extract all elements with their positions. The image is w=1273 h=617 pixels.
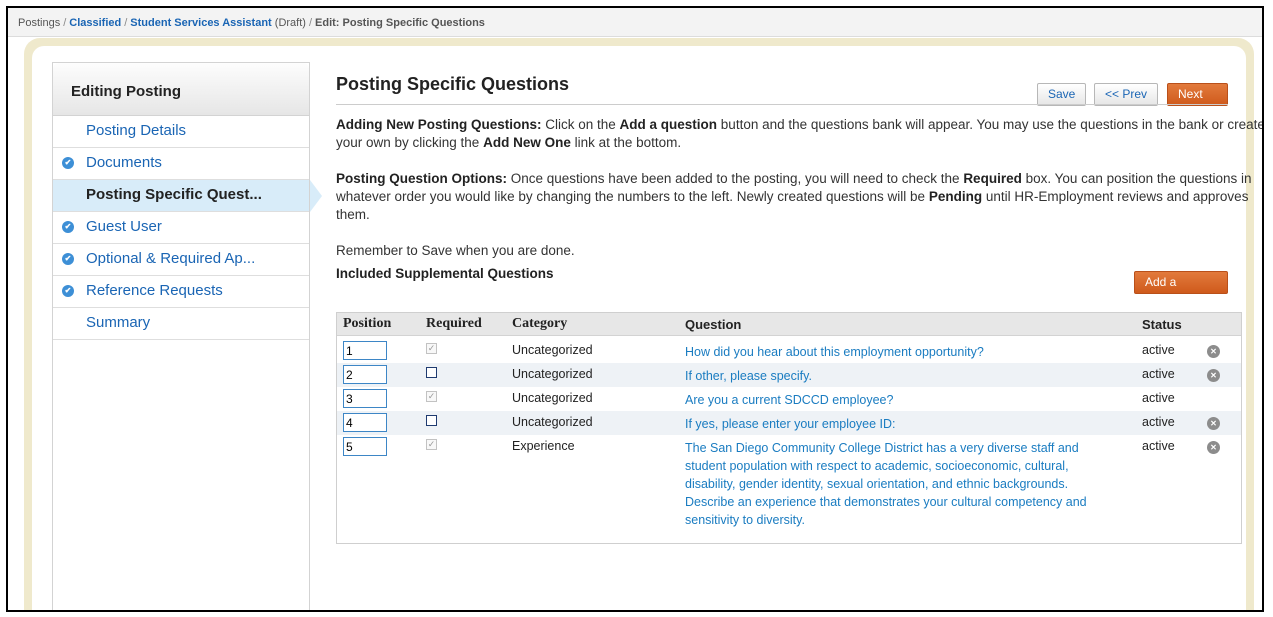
question-link[interactable]: How did you hear about this employment o… bbox=[685, 343, 1115, 361]
header-category: Category bbox=[512, 316, 568, 331]
sidebar-item-label: Documents bbox=[86, 154, 162, 171]
position-input[interactable] bbox=[343, 341, 387, 360]
sidebar-item-summary[interactable]: Summary bbox=[53, 308, 309, 340]
header-required: Required bbox=[426, 316, 482, 331]
question-link[interactable]: If other, please specify. bbox=[685, 367, 1115, 385]
required-checkbox[interactable] bbox=[426, 367, 437, 378]
status-cell: active bbox=[1142, 367, 1175, 381]
remove-icon[interactable]: ✕ bbox=[1207, 417, 1220, 430]
remove-icon[interactable]: ✕ bbox=[1207, 441, 1220, 454]
sidebar-item-documents[interactable]: ✔ Documents bbox=[53, 148, 309, 180]
status-cell: active bbox=[1142, 343, 1175, 357]
breadcrumb-posting[interactable]: Student Services Assistant bbox=[130, 17, 271, 29]
content-frame: Editing Posting Posting Details ✔ Documen… bbox=[24, 38, 1262, 610]
category-cell: Uncategorized bbox=[512, 391, 593, 405]
status-cell: active bbox=[1142, 439, 1175, 453]
position-input[interactable] bbox=[343, 389, 387, 408]
header-position: Position bbox=[343, 316, 392, 331]
category-cell: Uncategorized bbox=[512, 367, 593, 381]
sidebar-item-label: Posting Details bbox=[86, 122, 187, 139]
check-icon: ✔ bbox=[62, 285, 74, 297]
sidebar-item-label: Summary bbox=[86, 314, 151, 331]
title-divider bbox=[336, 104, 1228, 105]
table-row: Uncategorized If yes, please enter your … bbox=[337, 411, 1241, 435]
next-button-top[interactable]: Next >> bbox=[1167, 83, 1228, 122]
included-questions-heading: Included Supplemental Questions bbox=[336, 266, 554, 281]
intro-adding-questions: Adding New Posting Questions: Click on t… bbox=[336, 117, 1264, 150]
sidebar-item-label: Guest User bbox=[86, 218, 162, 235]
prev-button-top[interactable]: << Prev bbox=[1094, 83, 1159, 106]
table-row: ✓ Uncategorized Are you a current SDCCD … bbox=[337, 387, 1241, 411]
sidebar-item-optional-required-applicant-docs[interactable]: ✔ Optional & Required Ap... bbox=[53, 244, 309, 276]
table-row: ✓ Uncategorized How did you hear about t… bbox=[337, 339, 1241, 363]
sidebar-item-label: Posting Specific Quest... bbox=[86, 186, 262, 203]
required-checkbox[interactable]: ✓ bbox=[426, 439, 437, 450]
remove-icon[interactable]: ✕ bbox=[1207, 369, 1220, 382]
check-icon: ✔ bbox=[62, 221, 74, 233]
breadcrumb-current: Edit: Posting Specific Questions bbox=[315, 17, 485, 29]
required-checkbox[interactable] bbox=[426, 415, 437, 426]
breadcrumb: Postings / Classified / Student Services Ass… bbox=[8, 8, 1262, 37]
position-input[interactable] bbox=[343, 437, 387, 456]
required-checkbox[interactable]: ✓ bbox=[426, 391, 437, 402]
required-checkbox[interactable]: ✓ bbox=[426, 343, 437, 354]
header-status: Status bbox=[1142, 317, 1182, 332]
breadcrumb-postings[interactable]: Postings bbox=[18, 17, 60, 29]
save-button-top[interactable]: Save bbox=[1037, 83, 1087, 106]
sidebar-item-guest-user[interactable]: ✔ Guest User bbox=[53, 212, 309, 244]
page-title: Posting Specific Questions bbox=[336, 74, 570, 94]
app-window: Postings / Classified / Student Services Ass… bbox=[6, 6, 1264, 612]
intro-question-options: Posting Question Options: Once questions… bbox=[336, 171, 1252, 222]
remove-icon[interactable]: ✕ bbox=[1207, 345, 1220, 358]
header-question: Question bbox=[685, 317, 742, 332]
category-cell: Experience bbox=[512, 439, 575, 453]
content-area: Editing Posting Posting Details ✔ Documen… bbox=[32, 46, 1262, 610]
question-link[interactable]: The San Diego Community College District… bbox=[685, 439, 1115, 529]
question-link[interactable]: Are you a current SDCCD employee? bbox=[685, 391, 1115, 409]
save-reminder: Remember to Save when you are done. bbox=[336, 243, 575, 258]
breadcrumb-draft-state: (Draft) bbox=[274, 17, 306, 29]
category-cell: Uncategorized bbox=[512, 343, 593, 357]
questions-table: Position Required Category Question Stat… bbox=[336, 312, 1242, 544]
table-row: ✓ Experience The San Diego Community Col… bbox=[337, 435, 1241, 539]
sidebar-item-label: Reference Requests bbox=[86, 282, 223, 299]
sidebar-item-posting-details[interactable]: Posting Details bbox=[53, 116, 309, 148]
status-cell: active bbox=[1142, 415, 1175, 429]
table-header: Position Required Category Question Stat… bbox=[337, 313, 1241, 336]
status-cell: active bbox=[1142, 391, 1175, 405]
sidebar-item-label: Optional & Required Ap... bbox=[86, 250, 256, 267]
question-link[interactable]: If yes, please enter your employee ID: bbox=[685, 415, 1115, 433]
sidebar-item-reference-requests[interactable]: ✔ Reference Requests bbox=[53, 276, 309, 308]
add-question-button[interactable]: Add a question bbox=[1134, 271, 1228, 310]
table-row: Uncategorized If other, please specify. … bbox=[337, 363, 1241, 387]
sidebar-heading: Editing Posting bbox=[53, 63, 309, 116]
category-cell: Uncategorized bbox=[512, 415, 593, 429]
check-icon: ✔ bbox=[62, 157, 74, 169]
check-icon: ✔ bbox=[62, 253, 74, 265]
position-input[interactable] bbox=[343, 365, 387, 384]
position-input[interactable] bbox=[343, 413, 387, 432]
breadcrumb-classified[interactable]: Classified bbox=[69, 17, 121, 29]
sidebar-item-posting-specific-questions[interactable]: Posting Specific Quest... bbox=[53, 180, 322, 212]
sidebar: Editing Posting Posting Details ✔ Documen… bbox=[52, 62, 322, 610]
